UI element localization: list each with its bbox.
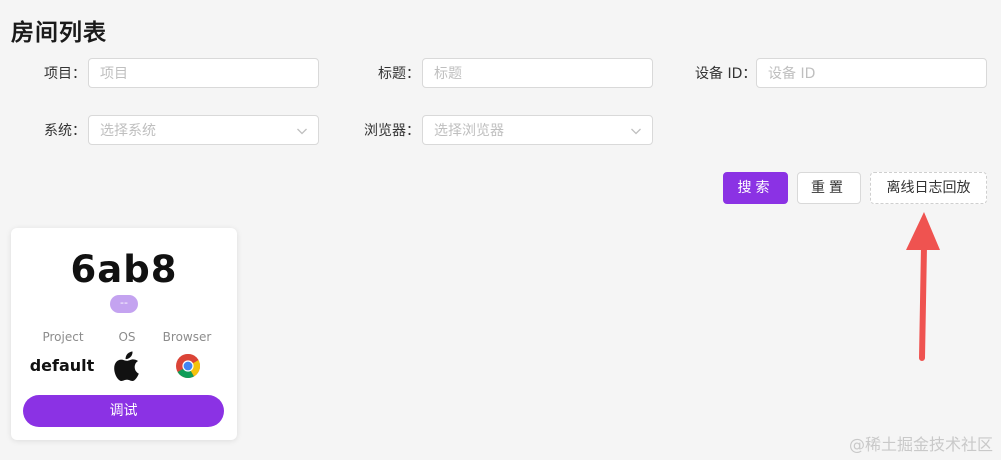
status-badge: --	[110, 295, 138, 313]
offline-log-replay-button[interactable]: 离线日志回放	[870, 172, 987, 204]
browser-meta-label: Browser	[162, 330, 212, 344]
title-placeholder: 标题	[434, 66, 462, 82]
search-button[interactable]: 搜索	[723, 172, 788, 204]
device-id-input[interactable]: 设备 ID	[756, 58, 987, 88]
project-input[interactable]: 项目	[88, 58, 319, 88]
project-label: 项目：	[44, 66, 86, 82]
page-title: 房间列表	[11, 20, 107, 46]
project-meta-label: Project	[42, 330, 84, 344]
title-input[interactable]: 标题	[422, 58, 653, 88]
os-meta-label: OS	[118, 330, 136, 344]
annotation-arrow-icon	[906, 212, 940, 361]
system-select[interactable]: 选择系统	[88, 115, 319, 145]
room-card: 6ab8 -- Project OS Browser default 调试	[11, 228, 237, 440]
reset-button[interactable]: 重置	[797, 172, 861, 204]
browser-select[interactable]: 选择浏览器	[422, 115, 653, 145]
system-placeholder: 选择系统	[100, 123, 156, 139]
chevron-down-icon	[631, 128, 641, 135]
apple-icon	[114, 351, 139, 381]
watermark: @稀土掘金技术社区	[848, 435, 993, 454]
chrome-icon	[176, 353, 201, 379]
room-id: 6ab8	[70, 248, 178, 291]
project-value: default	[29, 356, 95, 375]
device-id-label: 设备 ID：	[695, 66, 757, 82]
chevron-down-icon	[297, 128, 307, 135]
title-label: 标题：	[378, 66, 420, 82]
browser-placeholder: 选择浏览器	[434, 123, 504, 139]
debug-button[interactable]: 调试	[23, 395, 224, 427]
browser-label: 浏览器：	[364, 123, 420, 139]
project-placeholder: 项目	[100, 66, 128, 82]
system-label: 系统：	[44, 123, 86, 139]
device-id-placeholder: 设备 ID	[768, 66, 816, 82]
